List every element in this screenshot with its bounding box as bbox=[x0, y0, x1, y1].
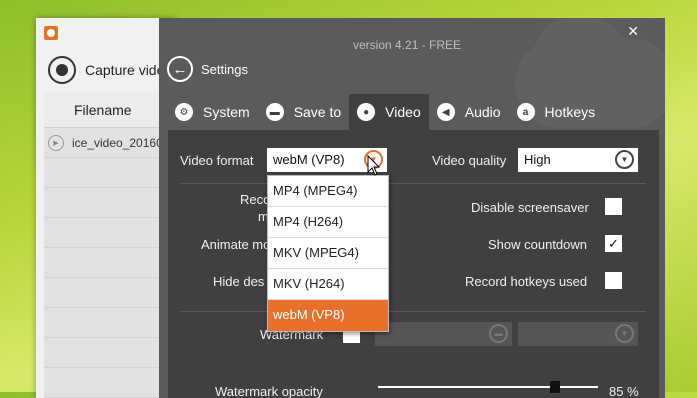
tab-label: Video bbox=[385, 104, 421, 120]
tab-save-to[interactable]: ▬ Save to bbox=[258, 94, 349, 130]
animate-mouse-label: Animate mo bbox=[201, 237, 271, 252]
record-icon: ● bbox=[357, 103, 376, 121]
empty-row bbox=[44, 218, 176, 248]
tab-bar: ⚙ System ▬ Save to ● Video ◀ Audio a Hot… bbox=[167, 94, 603, 130]
format-option-selected[interactable]: webM (VP8) bbox=[268, 300, 388, 331]
empty-row bbox=[44, 158, 176, 188]
video-settings-content: Video format webM (VP8) ▼ Video quality … bbox=[168, 130, 659, 398]
video-format-dropdown-list[interactable]: MP4 (MPEG4) MP4 (H264) MKV (MPEG4) MKV (… bbox=[267, 175, 389, 332]
empty-row bbox=[44, 248, 176, 278]
show-countdown-label: Show countdown bbox=[488, 237, 588, 252]
version-label: version 4.21 - FREE bbox=[353, 38, 462, 52]
show-countdown-checkbox[interactable]: ✓ bbox=[605, 235, 622, 252]
settings-panel: version 4.21 - FREE ✕ ← Settings ⚙ Syste… bbox=[159, 18, 665, 398]
file-list: Filename ▶ ice_video_20160 bbox=[44, 92, 176, 398]
hide-desktop-label: Hide des bbox=[213, 274, 265, 289]
video-quality-label: Video quality bbox=[432, 153, 507, 168]
video-quality-select[interactable]: High ▼ bbox=[518, 148, 638, 172]
chevron-down-icon[interactable]: ▼ bbox=[615, 150, 634, 169]
empty-row bbox=[44, 338, 176, 368]
empty-row bbox=[44, 188, 176, 218]
tab-label: Hotkeys bbox=[544, 104, 596, 120]
play-icon[interactable]: ▶ bbox=[48, 134, 64, 151]
back-button[interactable]: ← Settings bbox=[167, 56, 248, 82]
video-format-label: Video format bbox=[180, 153, 254, 168]
folder-icon[interactable]: ▬ bbox=[489, 324, 508, 343]
capture-label: Capture vide bbox=[85, 62, 165, 78]
record-icon bbox=[48, 56, 76, 84]
empty-row bbox=[44, 368, 176, 398]
tab-label: System bbox=[203, 104, 250, 120]
watermark-position-select[interactable]: ▼ bbox=[518, 322, 638, 346]
background-decoration bbox=[535, 18, 625, 88]
tab-system[interactable]: ⚙ System bbox=[167, 94, 258, 130]
tab-audio[interactable]: ◀ Audio bbox=[429, 94, 509, 130]
filename-column-header[interactable]: Filename bbox=[44, 92, 176, 128]
tab-hotkeys[interactable]: a Hotkeys bbox=[509, 94, 604, 130]
video-format-value: webM (VP8) bbox=[273, 152, 345, 167]
record-mouse-label: Reco bbox=[240, 192, 271, 207]
format-option[interactable]: MKV (H264) bbox=[268, 269, 388, 300]
tab-label: Audio bbox=[464, 104, 501, 120]
mouse-cursor-icon bbox=[367, 155, 381, 176]
slider-handle[interactable] bbox=[550, 381, 560, 393]
divider bbox=[181, 311, 646, 312]
folder-icon: ▬ bbox=[265, 103, 284, 121]
record-hotkeys-used-label: Record hotkeys used bbox=[465, 274, 588, 289]
empty-row bbox=[44, 278, 176, 308]
record-hotkeys-used-checkbox[interactable] bbox=[605, 272, 622, 289]
settings-title: Settings bbox=[201, 61, 248, 77]
hotkey-icon: a bbox=[516, 103, 535, 121]
format-option[interactable]: MKV (MPEG4) bbox=[268, 238, 388, 269]
gear-icon: ⚙ bbox=[175, 103, 193, 121]
watermark-opacity-label: Watermark opacity bbox=[215, 384, 323, 398]
divider bbox=[181, 183, 646, 184]
tab-label: Save to bbox=[293, 104, 342, 120]
empty-row bbox=[44, 308, 176, 338]
close-icon[interactable]: ✕ bbox=[627, 23, 639, 40]
disable-screensaver-checkbox[interactable] bbox=[605, 198, 622, 215]
capture-video-button[interactable]: Capture vide bbox=[48, 56, 164, 84]
app-logo-icon bbox=[44, 26, 58, 40]
watermark-file-field[interactable]: ▬ bbox=[375, 322, 512, 346]
list-item[interactable]: ▶ ice_video_20160 bbox=[44, 128, 176, 158]
file-name: ice_video_20160 bbox=[72, 135, 163, 150]
format-option[interactable]: MP4 (H264) bbox=[268, 207, 388, 238]
background-app-window: Capture vide Filename ▶ ice_video_20160 bbox=[36, 18, 176, 398]
format-option[interactable]: MP4 (MPEG4) bbox=[268, 176, 388, 207]
video-quality-value: High bbox=[524, 152, 551, 167]
speaker-icon: ◀ bbox=[436, 103, 455, 121]
disable-screensaver-label: Disable screensaver bbox=[471, 200, 589, 215]
watermark-opacity-value: 85 % bbox=[609, 384, 639, 398]
back-arrow-icon: ← bbox=[167, 56, 193, 82]
watermark-opacity-slider[interactable] bbox=[378, 381, 598, 393]
tab-video[interactable]: ● Video bbox=[349, 94, 429, 130]
chevron-down-icon[interactable]: ▼ bbox=[615, 324, 634, 343]
